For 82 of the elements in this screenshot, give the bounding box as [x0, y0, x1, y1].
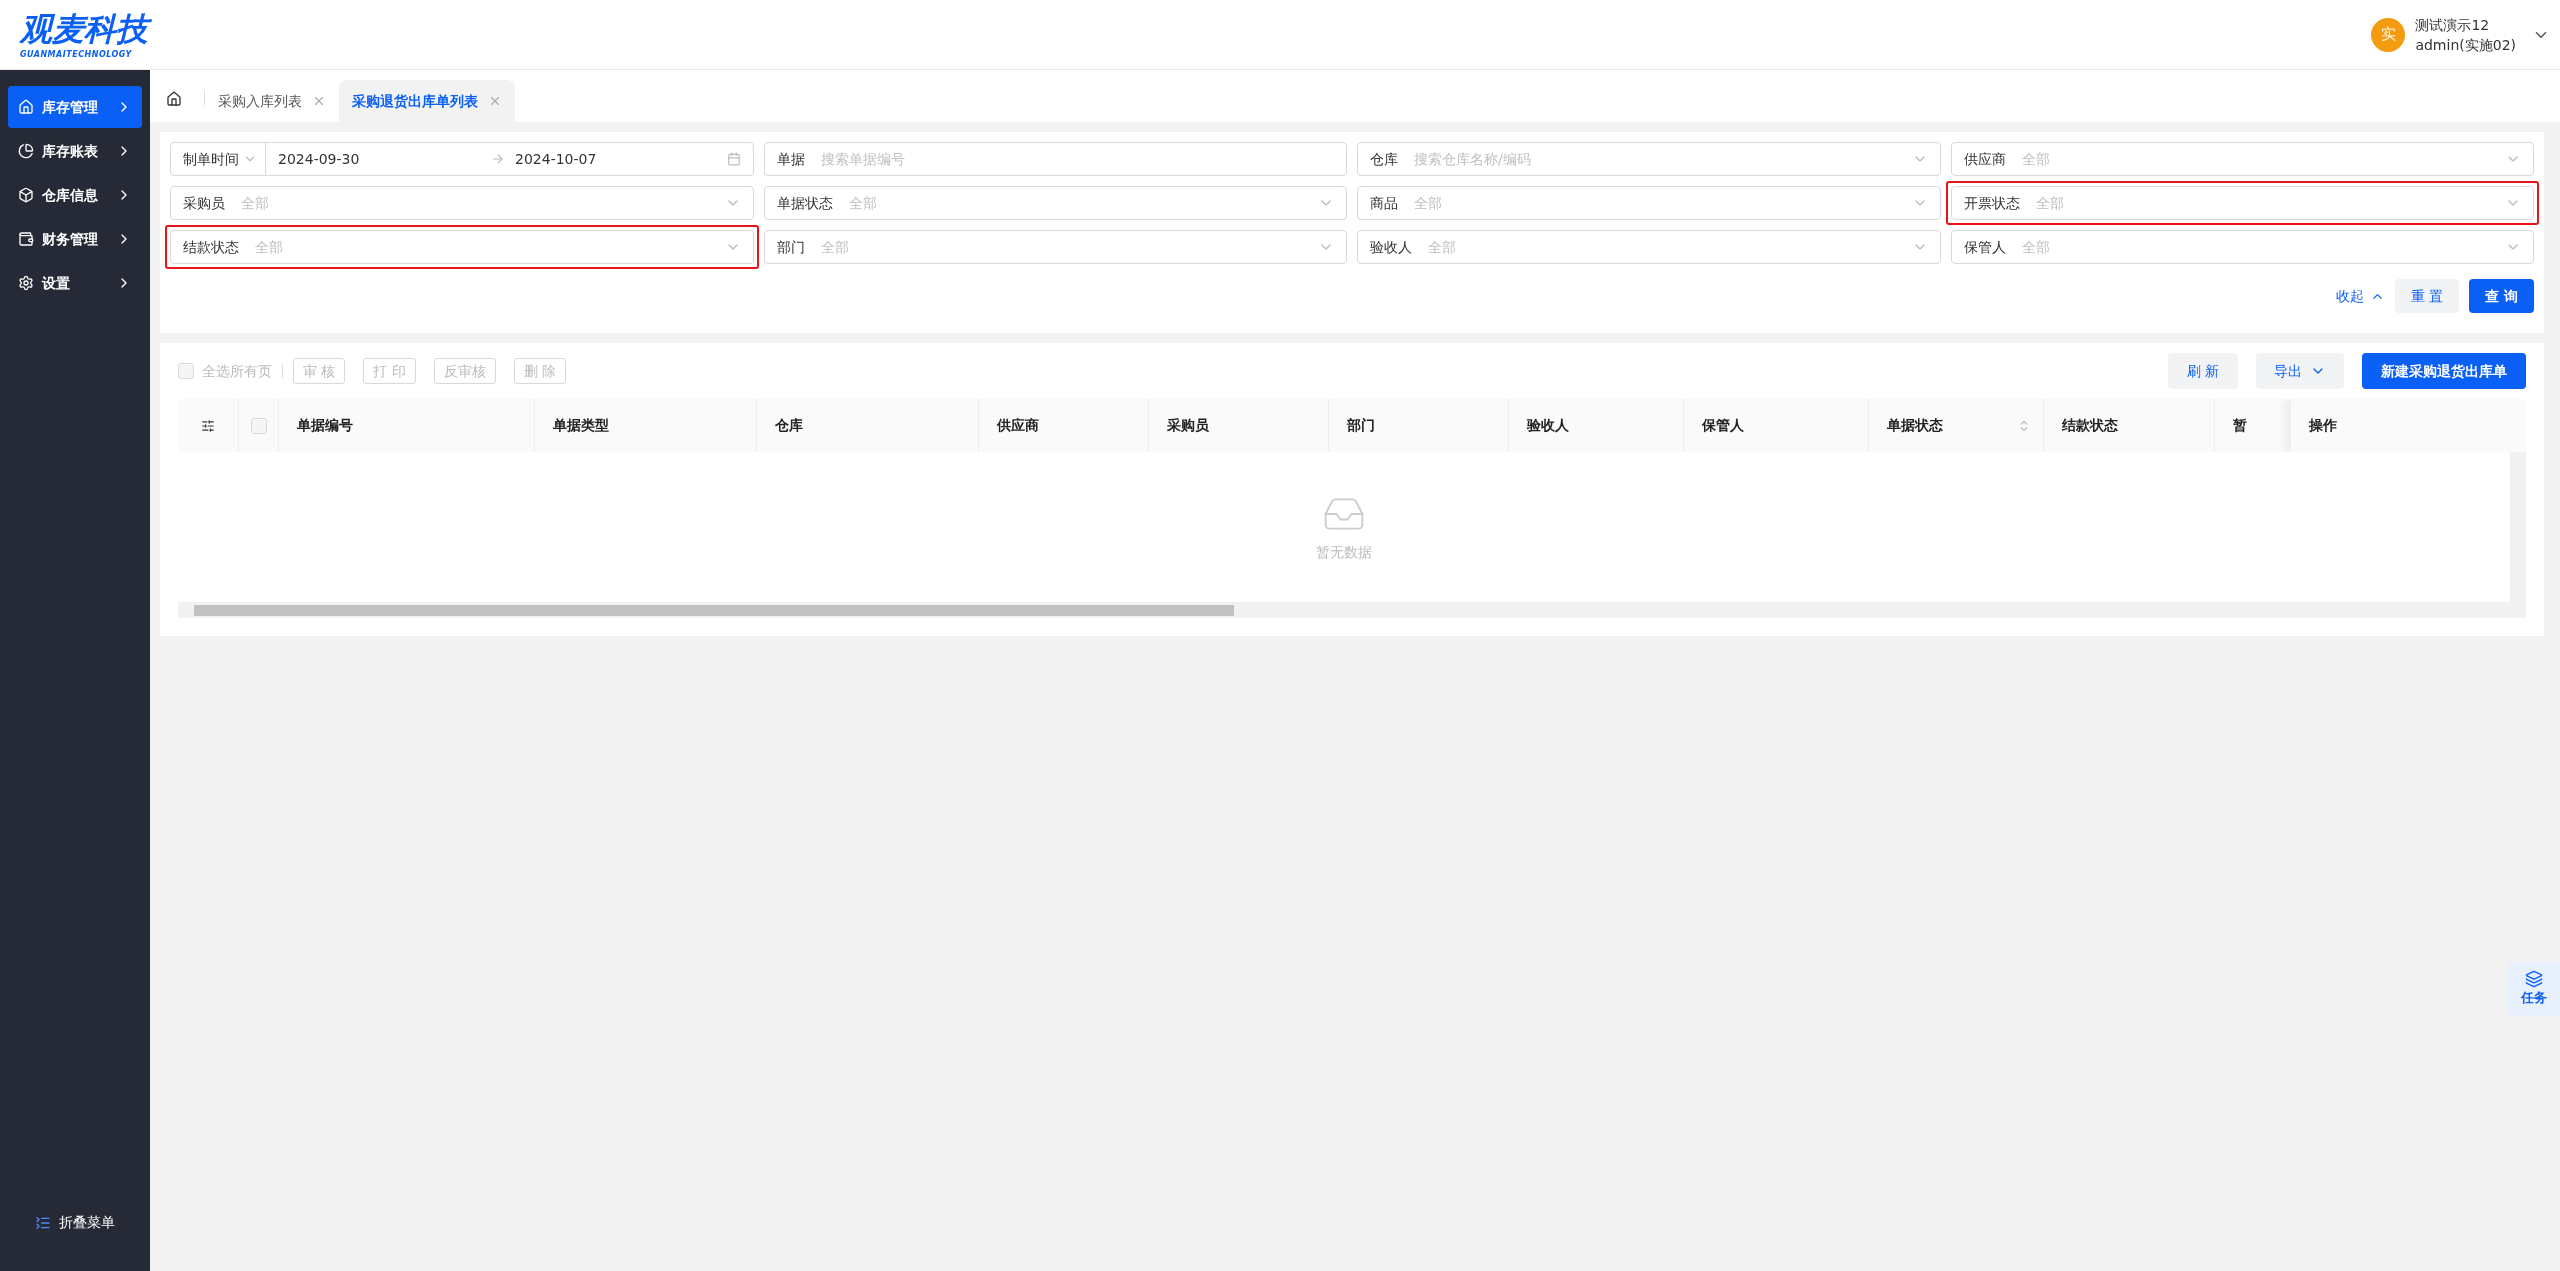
column-header[interactable]: 单据编号 [297, 415, 522, 436]
user-name: 测试演示12 [2415, 15, 2491, 35]
search-button[interactable]: 查 询 [2469, 279, 2534, 313]
empty-text: 暂无数据 [1316, 542, 1372, 562]
select-field[interactable]: 采购员 全部 [170, 186, 754, 220]
column-header[interactable]: 采购员 [1167, 415, 1316, 436]
settings-icon [18, 275, 34, 291]
placeholder-text: 全部 [2021, 237, 2051, 257]
column-header[interactable]: 仓库 [775, 415, 966, 436]
wallet-icon [18, 231, 34, 247]
search-field[interactable]: 单据 搜索单据编号 [763, 142, 1347, 176]
cube-icon [18, 187, 34, 203]
column-header[interactable]: 单据状态 [1887, 415, 2017, 436]
placeholder-text: 搜索单据编号 [820, 149, 906, 169]
date-range-filter[interactable]: 制单时间 2024-09-30 2024-10-07 [170, 142, 754, 176]
column-header[interactable]: 验收人 [1527, 415, 1671, 436]
checkbox[interactable] [178, 363, 194, 379]
filter-label: 采购员 [183, 193, 225, 213]
select-field[interactable]: 供应商 全部 [1950, 142, 2534, 176]
column-header[interactable]: 供应商 [997, 415, 1136, 436]
sidebar-item[interactable]: 财务管理 [8, 218, 142, 260]
filter-label: 开票状态 [1963, 193, 2020, 213]
refresh-button[interactable]: 刷 新 [2167, 353, 2238, 389]
checkbox[interactable] [250, 417, 267, 434]
end-date[interactable]: 2024-10-07 [515, 148, 727, 170]
user-account: admin(实施02) [2415, 35, 2516, 55]
start-date[interactable]: 2024-09-30 [266, 148, 486, 170]
sidebar-item[interactable]: 库存账表 [8, 130, 142, 172]
house-icon [18, 99, 34, 115]
filter-label: 部门 [776, 237, 805, 257]
collapse-link[interactable]: 收起 [2335, 285, 2385, 307]
select-field[interactable]: 商品 全部 [1357, 186, 1941, 220]
filter-label: 商品 [1370, 193, 1398, 213]
column-header[interactable]: 单据类型 [553, 415, 744, 436]
placeholder-text: 全部 [2021, 149, 2051, 169]
placeholder-text: 全部 [1428, 237, 1457, 257]
home-icon[interactable] [166, 91, 182, 107]
task-button[interactable]: 任务 [2508, 962, 2560, 1016]
filter-label: 供应商 [1963, 149, 2006, 169]
calendar-icon [726, 152, 741, 166]
create-button[interactable]: 新建采购退货出库单 [2362, 353, 2526, 389]
column-header[interactable]: 部门 [1347, 415, 1496, 436]
column-header[interactable]: 结款状态 [2062, 415, 2202, 436]
collapse-icon [35, 1214, 51, 1231]
filter-label: 仓库 [1370, 149, 1398, 169]
select-field[interactable]: 开票状态 全部 [1950, 186, 2534, 220]
placeholder-text: 全部 [2035, 193, 2065, 213]
tab[interactable]: 采购退货出库单列表 [339, 80, 515, 122]
column-header: 操作 [2309, 416, 2337, 435]
filter-label: 单据状态 [776, 193, 833, 213]
reset-button[interactable]: 重 置 [2394, 279, 2460, 313]
select-field[interactable]: 部门 全部 [763, 230, 1347, 264]
collapse-menu-button[interactable]: 折叠菜单 [8, 1212, 142, 1233]
select-field[interactable]: 结款状态 全部 [170, 230, 754, 264]
sidebar-item[interactable]: 仓库信息 [8, 174, 142, 216]
horizontal-scrollbar[interactable] [178, 602, 2526, 618]
export-button[interactable]: 导出 [2256, 353, 2344, 389]
placeholder-text: 全部 [241, 193, 270, 213]
placeholder-text: 全部 [820, 237, 850, 257]
select-field[interactable]: 保管人 全部 [1950, 230, 2534, 264]
column-header[interactable]: 保管人 [1702, 415, 1856, 436]
placeholder-text: 全部 [1414, 193, 1443, 213]
logo[interactable]: 观麦科技 GUANMAITECHNOLOGY [18, 4, 158, 65]
filter-label: 结款状态 [183, 237, 239, 257]
sidebar-item[interactable]: 设置 [8, 262, 142, 304]
filter-label: 制单时间 [182, 149, 239, 169]
select-field[interactable]: 验收人 全部 [1357, 230, 1941, 264]
filter-label: 保管人 [1963, 237, 2006, 257]
close-icon[interactable] [312, 94, 326, 108]
sidebar-item[interactable]: 库存管理 [8, 86, 142, 128]
placeholder-text: 全部 [255, 237, 284, 257]
select-field[interactable]: 单据状态 全部 [763, 186, 1347, 220]
column-header[interactable]: 暂 [2233, 415, 2258, 436]
filter-label: 验收人 [1370, 237, 1412, 257]
placeholder-text: 搜索仓库名称/编码 [1414, 149, 1532, 169]
layers-icon [2525, 970, 2543, 989]
placeholder-text: 全部 [848, 193, 878, 213]
close-icon[interactable] [488, 94, 502, 108]
select-field[interactable]: 仓库 搜索仓库名称/编码 [1357, 142, 1941, 176]
filter-label: 单据 [776, 149, 805, 169]
column-settings-icon[interactable] [201, 418, 215, 433]
pie-chart-icon [18, 143, 34, 159]
